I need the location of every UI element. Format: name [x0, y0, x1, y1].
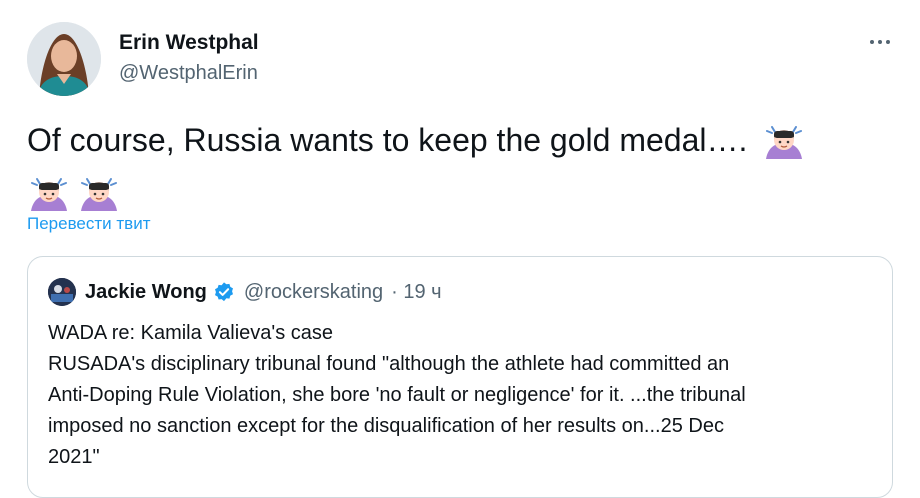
quoted-author-handle[interactable]: @rockerskating: [244, 281, 383, 304]
quoted-text-line: WADA re: Kamila Valieva's case: [48, 322, 334, 344]
quoted-text-line: imposed no sanction except for the disqu…: [48, 415, 724, 437]
author-handle[interactable]: @WestphalErin: [119, 62, 258, 85]
quoted-tweet[interactable]: Jackie Wong @rockerskating · 19 ч WADA r…: [27, 256, 893, 498]
quoted-text-line: 2021": [48, 446, 100, 468]
quoted-tweet-header: Jackie Wong @rockerskating · 19 ч: [48, 277, 442, 307]
tweet-text: Of course, Russia wants to keep the gold…: [27, 118, 897, 222]
verified-badge-icon: [214, 282, 233, 302]
quoted-timestamp[interactable]: · 19 ч: [391, 281, 441, 304]
more-options-icon[interactable]: [860, 28, 900, 56]
quoted-author-name[interactable]: Jackie Wong: [85, 281, 207, 304]
translate-tweet-link[interactable]: Перевести твит: [27, 214, 150, 234]
author-avatar[interactable]: [27, 22, 101, 96]
quoted-text-line: Anti-Doping Rule Violation, she bore 'no…: [48, 384, 746, 406]
quoted-author-avatar[interactable]: [48, 278, 76, 306]
tweet-text-body: Of course, Russia wants to keep the gold…: [27, 122, 757, 158]
author-name[interactable]: Erin Westphal: [119, 31, 259, 55]
person-bowing-emoji-icon: [762, 121, 806, 170]
quoted-tweet-text: WADA re: Kamila Valieva's case RUSADA's …: [48, 318, 878, 473]
author-photo: [27, 22, 101, 96]
quoted-text-line: RUSADA's disciplinary tribunal found "al…: [48, 353, 730, 375]
